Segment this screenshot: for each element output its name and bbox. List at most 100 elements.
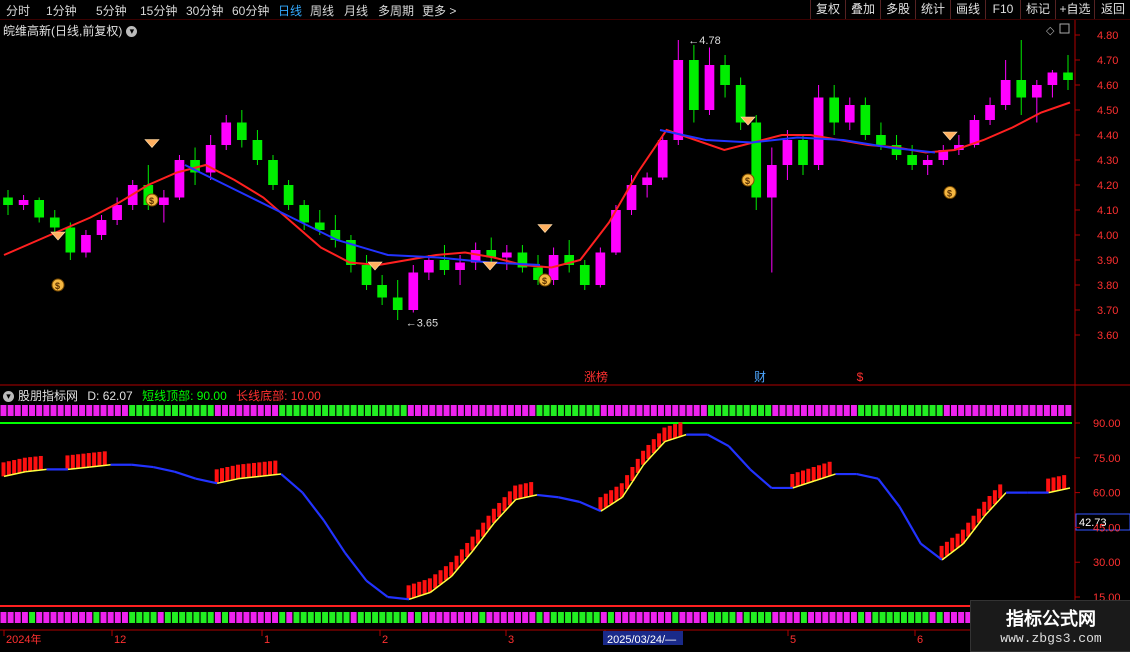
- overlay-button[interactable]: 叠加: [845, 0, 880, 19]
- signal-strip-bottom-cell: [314, 612, 321, 623]
- chevron-down-icon[interactable]: ▾: [126, 26, 138, 38]
- osc-bar: [76, 454, 81, 469]
- candle-body: [236, 122, 247, 140]
- signal-strip-top-cell: [557, 405, 564, 416]
- signal-strip-top-cell: [450, 405, 457, 416]
- signal-strip-bottom-cell: [121, 612, 128, 623]
- signal-strip-top-cell: [865, 405, 872, 416]
- osc-bar: [214, 469, 219, 484]
- signal-strip-top-cell: [50, 405, 57, 416]
- candle-body: [751, 122, 762, 198]
- osc-falling-line: [749, 468, 773, 489]
- date-cursor-box: [603, 631, 683, 645]
- mark-button[interactable]: 标记: [1020, 0, 1055, 19]
- signal-strip-bottom-cell: [14, 612, 21, 623]
- signal-strip-bottom-cell: [164, 612, 171, 623]
- osc-bar: [806, 468, 811, 483]
- signal-strip-bottom-cell: [829, 612, 836, 623]
- statistics-button[interactable]: 统计: [915, 0, 950, 19]
- add-watchlist-button[interactable]: +自选: [1055, 0, 1094, 19]
- osc-bar: [70, 454, 75, 469]
- diamond-icon: [50, 231, 66, 241]
- osc-rising-line: [259, 473, 282, 478]
- low-price-label: ←3.65: [406, 318, 438, 330]
- signal-strip-top-cell: [429, 405, 436, 416]
- candle-body: [579, 265, 590, 285]
- osc-rising-line: [643, 441, 666, 466]
- signal-strip-bottom-cell: [364, 612, 371, 623]
- osc-falling-line: [195, 477, 218, 485]
- tab-fenshi[interactable]: 分时: [6, 2, 30, 19]
- candle-body: [626, 185, 637, 210]
- price-tick-label: 4.70: [1097, 55, 1118, 67]
- osc-falling-line: [387, 595, 410, 601]
- signal-strip-top-cell: [729, 405, 736, 416]
- signal-strip-bottom-cell: [643, 612, 650, 623]
- tab-monthly[interactable]: 月线: [344, 2, 368, 19]
- maximize-icon[interactable]: [1059, 23, 1070, 34]
- osc-bar: [603, 493, 608, 508]
- osc-bar: [1051, 477, 1056, 492]
- signal-strip-bottom-cell: [529, 612, 536, 623]
- osc-falling-line: [877, 478, 901, 508]
- ma-blue-line: [184, 164, 541, 266]
- osc-bar: [241, 464, 246, 479]
- signal-strip-top-cell: [986, 405, 993, 416]
- signal-strip-bottom-cell: [465, 612, 471, 623]
- signal-strip-bottom-cell: [557, 612, 564, 623]
- signal-strip-bottom-cell: [214, 612, 221, 623]
- signal-strip-top-cell: [515, 405, 522, 416]
- tab-more[interactable]: 更多 >: [422, 2, 456, 19]
- signal-strip-top-cell: [650, 405, 657, 416]
- signal-strip-bottom-cell: [507, 612, 514, 623]
- signal-strip-top-cell: [214, 405, 221, 416]
- signal-strip-bottom-cell: [400, 612, 407, 623]
- money-bag-icon: [538, 273, 552, 287]
- candle-body: [361, 265, 372, 285]
- back-button[interactable]: 返回: [1094, 0, 1130, 19]
- osc-bar: [252, 462, 257, 477]
- ma-blue-line: [659, 129, 936, 154]
- signal-strip-top-cell: [14, 405, 21, 416]
- draw-line-button[interactable]: 画线: [950, 0, 985, 19]
- tab-15min[interactable]: 15分钟: [140, 2, 177, 19]
- money-bag-icon: [741, 173, 755, 187]
- date-tick-label: 5: [790, 634, 796, 646]
- osc-bar: [65, 455, 70, 470]
- tab-5min[interactable]: 5分钟: [96, 2, 127, 19]
- signal-strip-top-cell: [758, 405, 764, 416]
- candle-body: [49, 217, 60, 228]
- f10-button[interactable]: F10: [985, 0, 1020, 19]
- signal-strip-top-cell: [172, 405, 178, 416]
- signal-strip-top-cell: [800, 405, 807, 416]
- candle-body: [782, 140, 793, 165]
- signal-strip-top-cell: [1058, 405, 1065, 416]
- signal-strip-top-cell: [407, 405, 414, 416]
- tab-30min[interactable]: 30分钟: [186, 2, 223, 19]
- tab-1min[interactable]: 1分钟: [46, 2, 77, 19]
- tab-daily[interactable]: 日线: [278, 2, 302, 19]
- restore-rights-button[interactable]: 复权: [810, 0, 845, 19]
- diamond-icon[interactable]: ◇: [1046, 25, 1055, 37]
- candle-body: [1031, 85, 1042, 98]
- chevron-down-icon[interactable]: ▾: [3, 391, 14, 403]
- tab-multi-period[interactable]: 多周期: [378, 2, 414, 19]
- signal-strip-bottom-cell: [850, 612, 857, 623]
- osc-falling-line: [579, 500, 602, 513]
- osc-rising-line: [217, 477, 239, 485]
- signal-strip-bottom-cell: [500, 612, 507, 623]
- tab-weekly[interactable]: 周线: [310, 2, 334, 19]
- tab-60min[interactable]: 60分钟: [232, 2, 269, 19]
- signal-strip-bottom-cell: [264, 612, 271, 623]
- signal-strip-top-cell: [57, 405, 64, 416]
- osc-falling-line: [174, 470, 197, 480]
- osc-bar: [673, 424, 678, 439]
- osc-rising-line: [451, 550, 474, 577]
- multi-stock-button[interactable]: 多股: [880, 0, 915, 19]
- signal-strip-bottom-cell: [143, 612, 150, 623]
- signal-strip-top-cell: [329, 405, 336, 416]
- candle-body: [159, 197, 169, 205]
- signal-strip-top-cell: [1022, 405, 1029, 416]
- osc-bar: [662, 427, 667, 442]
- signal-strip-bottom-cell: [322, 612, 329, 623]
